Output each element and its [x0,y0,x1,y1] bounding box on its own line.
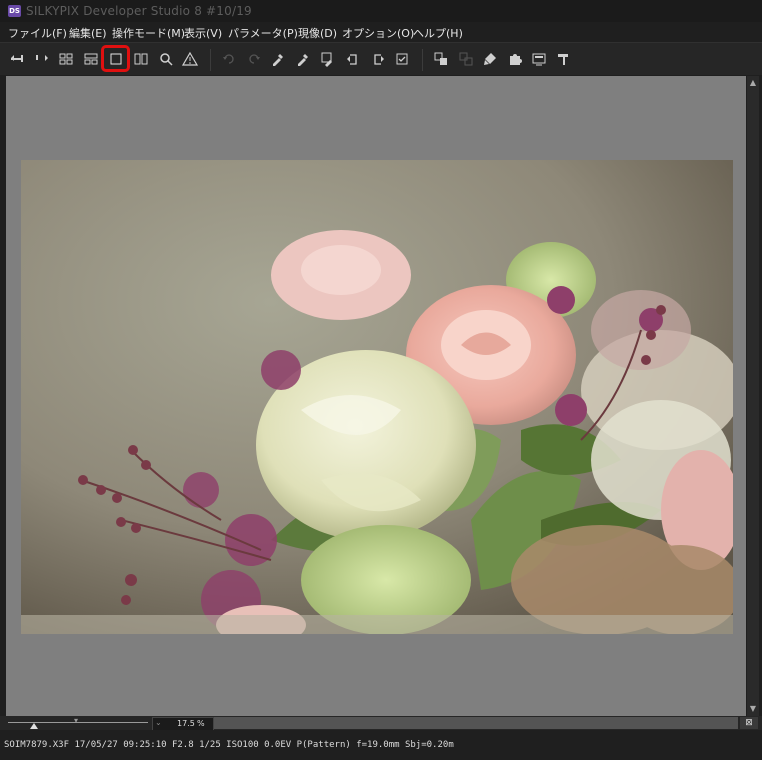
dropper-icon [273,54,283,66]
hammer-icon [558,54,568,65]
zoom-dropdown-icon[interactable]: ⌄ [155,718,162,727]
preview-photo[interactable] [21,160,733,634]
scroll-down-icon[interactable]: ▼ [749,704,757,713]
rotate-right-button[interactable] [369,50,387,68]
scroll-up-icon[interactable]: ▲ [749,78,757,87]
develop-button[interactable] [530,50,548,68]
zoom-button[interactable] [157,50,175,68]
arrow-right-icon [36,55,48,61]
flower-bouquet-image [21,160,733,634]
puzzle-icon [510,54,522,65]
undo-icon [223,54,234,64]
menu-view[interactable]: 表示(V) [184,25,222,41]
dual-frame-icon [134,53,148,65]
magnifier-icon [160,53,173,66]
paste-icon [459,52,473,66]
redo-button[interactable] [245,50,263,68]
toolbar-separator [422,49,423,71]
copy-parameter-button[interactable] [432,50,450,68]
thumbnail-view-button[interactable] [57,50,75,68]
zoom-slider-marker: ▾ [74,716,79,725]
dropper-icon [298,54,308,66]
menu-help[interactable]: ヘルプ(H) [413,25,463,41]
warning-icon [181,51,199,66]
grid-icon [59,53,73,65]
checkbox-icon [396,53,408,65]
brush-icon [484,53,496,65]
image-info: SOIM7879.X3F 17/05/27 09:25:10 F2.8 1/25… [4,740,454,750]
menu-file[interactable]: ファイル(F) [8,25,67,41]
monitor-icon [532,53,546,66]
menu-bar: ファイル(F) 編集(E) 操作モード(M) 表示(V) パラメータ(P) 現像… [0,22,762,42]
zoom-value: 17.5 [177,719,195,728]
window-title: SILKYPIX Developer Studio 8 #10/19 [26,4,252,18]
status-bar: SOIM7879.X3F 17/05/27 09:25:10 F2.8 1/25… [0,730,762,760]
menu-operation-mode[interactable]: 操作モード(M) [112,25,185,41]
zoom-slider-thumb[interactable] [30,723,38,729]
compare-view-button[interactable] [132,50,150,68]
horizontal-scrollbar[interactable] [214,717,738,729]
plugin-button[interactable] [506,50,524,68]
gray-balance-dropper-button[interactable] [294,50,312,68]
paste-parameter-button[interactable] [457,50,475,68]
menu-option[interactable]: オプション(O) [342,25,414,41]
menu-parameter[interactable]: パラメータ(P) [228,25,298,41]
rotate-left-icon [347,54,357,65]
white-balance-dropper-button[interactable] [269,50,287,68]
rotate-left-button[interactable] [344,50,362,68]
menu-edit[interactable]: 編集(E) [69,25,107,41]
tools-button[interactable] [555,50,573,68]
next-image-button[interactable] [33,50,51,68]
redo-icon [249,54,260,64]
thumbnail-list-button[interactable] [82,50,100,68]
rotate-right-icon [374,54,384,65]
list-grid-icon [84,53,98,65]
zoom-unit: % [197,719,205,728]
vertical-scrollbar[interactable]: ▲ ▼ [747,76,759,716]
arrow-left-icon [11,55,23,62]
app-icon: DS [8,5,21,17]
highlight-warning-button[interactable] [181,50,199,68]
dropper-icon [321,52,332,67]
spot-removal-button[interactable] [481,50,499,68]
view-control-bar: ▾ ⌄ 17.5 % ⊠ [0,716,762,731]
mark-button[interactable] [393,50,411,68]
highlighted-tool-outline [101,45,130,72]
fit-view-icon[interactable]: ⊠ [740,717,758,729]
skin-dropper-button[interactable] [319,50,337,68]
menu-develop[interactable]: 現像(D) [298,25,337,41]
copy-icon [434,52,447,65]
prev-image-button[interactable] [8,50,26,68]
zoom-field[interactable]: ⌄ 17.5 % [152,717,214,731]
image-viewer[interactable] [6,76,746,716]
undo-button[interactable] [220,50,238,68]
toolbar-separator [210,49,211,71]
title-bar: DS SILKYPIX Developer Studio 8 #10/19 [0,0,762,22]
